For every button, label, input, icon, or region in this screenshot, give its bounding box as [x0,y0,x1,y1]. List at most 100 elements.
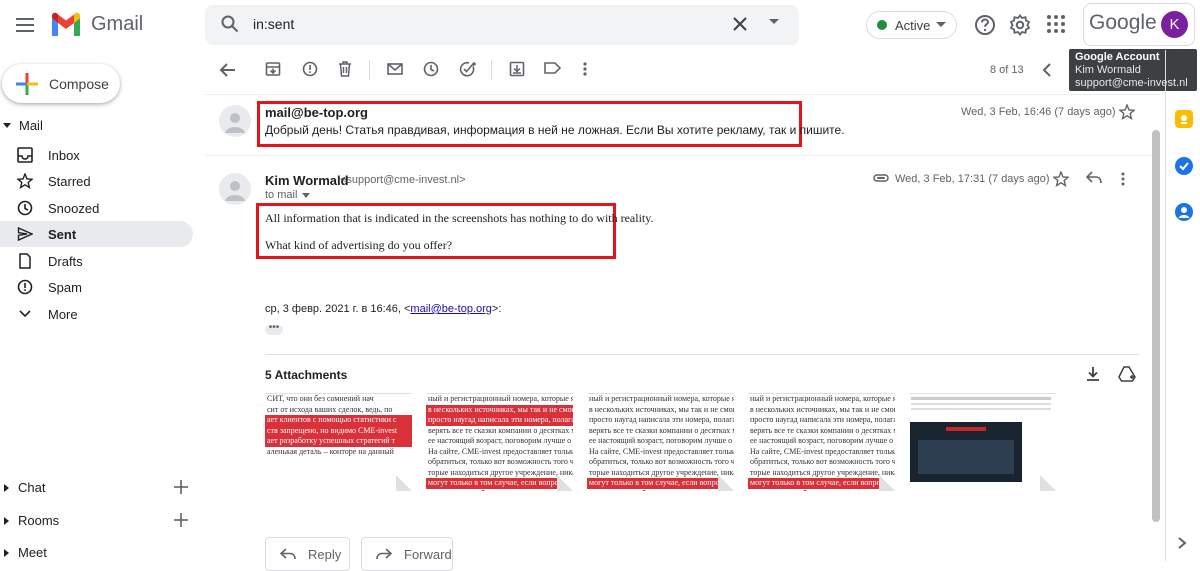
gmail-logo-icon[interactable] [50,12,82,37]
tooltip-title: Google Account [1075,51,1160,63]
sidebar-item-more[interactable]: More [0,301,193,327]
attachments-divider [265,354,1139,355]
thumb-dark-panel [910,422,1022,482]
avatar [219,173,251,205]
keep-icon[interactable] [1175,110,1193,128]
search-input[interactable]: in:sent [253,16,294,32]
attachment-thumbnail[interactable]: ный и регистрационный номера, которые як… [748,393,895,491]
reply-label: Reply [308,546,342,562]
more-vert-icon[interactable] [1121,172,1125,186]
send-icon [17,226,33,242]
tasks-icon[interactable] [1175,157,1193,175]
attachment-thumbnail[interactable]: ный и регистрационный номера, которые як… [587,393,734,491]
add-chat-icon[interactable] [173,479,189,495]
chevron-right-icon[interactable] [1177,536,1187,550]
message-snippet[interactable]: Добрый день! Статья правдивая, информаци… [265,123,845,137]
sidebar-item-starred[interactable]: Starred [0,168,193,194]
forward-label: Forward [404,546,452,562]
caret-down-icon [302,192,311,198]
message-divider [205,155,1160,156]
rooms-section-toggle[interactable]: Rooms [4,513,59,528]
status-chip[interactable]: Active [866,11,957,39]
page-count: 8 of 13 [990,64,1024,76]
back-button[interactable] [219,61,237,79]
add-room-icon[interactable] [173,512,189,528]
sidebar-item-label: Snoozed [48,200,100,216]
message-body-line: All information that is indicated in the… [265,211,654,225]
quote-prefix: ср, 3 февр. 2021 г. в 16:46, < [265,303,411,315]
move-to-icon[interactable] [509,61,525,77]
sidebar-item-spam[interactable]: Spam [0,274,193,300]
inbox-icon [17,147,33,163]
archive-icon[interactable] [265,61,281,77]
chat-section-toggle[interactable]: Chat [4,480,45,495]
sidebar-item-sent[interactable]: Sent [0,221,193,247]
sidebar-item-label: Spam [48,279,82,295]
close-icon[interactable] [731,15,749,33]
snooze-icon[interactable] [423,61,439,77]
sidebar-item-inbox[interactable]: Inbox [0,142,193,168]
contacts-icon[interactable] [1175,203,1193,221]
thumb-text-bar [911,408,1051,410]
meet-section-toggle[interactable]: Meet [4,545,47,560]
message-date: Wed, 3 Feb, 16:46 (7 days ago) [961,106,1116,118]
message-sender[interactable]: mail@be-top.org [265,105,368,120]
label-icon[interactable] [544,61,561,75]
toolbar-divider [491,60,492,80]
search-icon[interactable] [221,15,239,33]
thumb-device-image [918,440,1014,474]
forward-icon [376,548,392,560]
reply-icon [280,548,296,560]
sidebar-item-drafts[interactable]: Drafts [0,248,193,274]
forward-button[interactable]: Forward [361,537,453,571]
compose-button[interactable]: Compose [2,64,120,103]
scrollbar-thumb[interactable] [1152,130,1160,522]
sidebar-item-label: Drafts [48,253,83,269]
top-header: Gmail in:sent Active Google K Google Acc… [0,0,1200,91]
search-options-icon[interactable] [768,18,780,26]
caret-right-icon [4,548,9,557]
quote-email-link[interactable]: mail@be-top.org [410,303,491,315]
spam-icon [17,279,33,295]
delete-icon[interactable] [338,61,352,77]
star-icon[interactable] [1119,104,1135,120]
download-icon[interactable] [1086,366,1100,382]
account-tooltip: Google Account Kim Wormald support@cme-i… [1069,49,1197,91]
thumb-red-bar [946,427,986,431]
add-task-icon[interactable] [459,61,477,77]
sender-email: <support@cme-invest.nl> [340,174,466,186]
sender-name[interactable]: Kim Wormald [265,173,349,188]
gear-icon[interactable] [1009,14,1031,36]
google-wordmark: Google [1089,11,1157,34]
mark-unread-icon[interactable] [387,61,403,77]
report-spam-icon[interactable] [302,61,318,77]
recipient-details-toggle[interactable]: to mail [265,189,311,201]
reply-icon[interactable] [1086,171,1102,185]
reply-button[interactable]: Reply [265,537,350,571]
clock-icon [17,200,33,216]
mail-section-toggle[interactable]: Mail [3,118,43,133]
star-icon[interactable] [1053,171,1069,187]
show-trimmed-button[interactable]: ••• [265,323,283,335]
app-name: Gmail [91,13,144,35]
caret-right-icon [4,516,9,525]
more-vert-icon[interactable] [583,61,587,77]
main-menu-button[interactable] [12,12,38,38]
message-body-line: What kind of advertising do you offer? [265,238,453,252]
sidebar-item-snoozed[interactable]: Snoozed [0,195,193,221]
attachment-thumbnail[interactable] [909,393,1056,491]
avatar[interactable]: K [1161,11,1188,38]
newer-chevron-left-icon[interactable] [1041,62,1053,78]
sidebar-item-label: Starred [48,173,91,189]
chat-label: Chat [18,480,46,495]
sidebar-item-label: Sent [48,226,77,242]
sidebar-item-label: Inbox [48,147,80,163]
apps-grid-icon[interactable] [1046,14,1066,34]
message-date: Wed, 3 Feb, 17:31 (7 days ago) [895,173,1050,185]
help-icon[interactable] [974,14,996,36]
attachment-thumbnail[interactable]: ный и регистрационный номера, которые як… [426,393,573,491]
save-to-drive-icon[interactable] [1118,366,1136,382]
compose-label: Compose [49,75,109,92]
attachment-thumbnail[interactable]: СИТ, что они без сомнений нач сит от исх… [265,393,412,491]
rooms-label: Rooms [18,513,60,528]
